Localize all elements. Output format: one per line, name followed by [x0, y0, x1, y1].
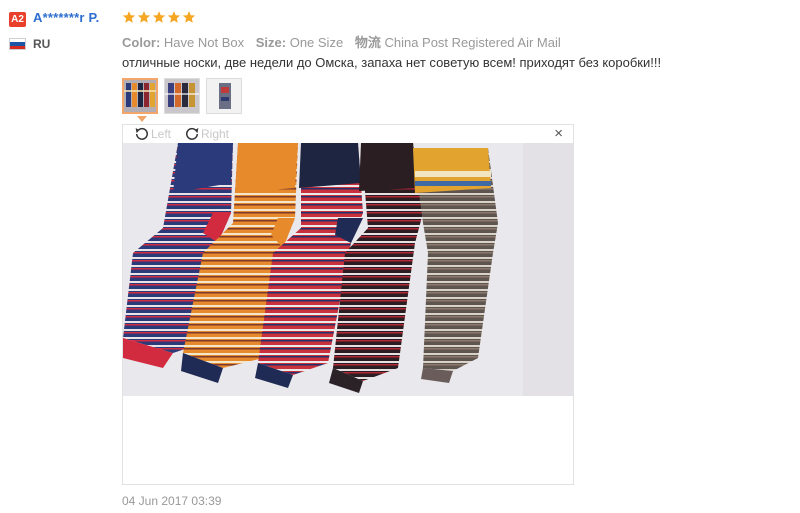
- rotate-right-icon: [186, 127, 199, 140]
- rotate-left-icon: [135, 127, 148, 140]
- reviewer-avatar: A2: [9, 12, 26, 27]
- attr-shipping-value: China Post Registered Air Mail: [384, 35, 561, 50]
- close-viewer-button[interactable]: ×: [554, 126, 563, 141]
- photo-thumbnail-2[interactable]: [164, 78, 200, 114]
- review-photo: [123, 143, 573, 396]
- socks-thumbnail-image: [124, 80, 156, 112]
- rotate-left-button[interactable]: Left: [133, 125, 171, 143]
- attr-size-value: One Size: [289, 35, 344, 50]
- attr-color-key: Color:: [122, 35, 161, 50]
- photo-thumbnail-3[interactable]: [206, 78, 242, 114]
- russia-flag-icon: [9, 38, 26, 50]
- rotate-left-label: Left: [151, 127, 172, 141]
- viewer-toolbar: Left Right ×: [123, 125, 573, 143]
- socks-thumbnail-image: [165, 79, 199, 113]
- star-icon: [182, 11, 196, 23]
- rotate-right-label: Right: [201, 127, 230, 141]
- rotate-right-button[interactable]: Right: [183, 125, 229, 143]
- review-date: 04 Jun 2017 03:39: [122, 494, 222, 508]
- star-icon: [122, 11, 136, 23]
- active-thumbnail-caret: [137, 116, 147, 122]
- star-icon: [137, 11, 151, 23]
- star-icon: [167, 11, 181, 23]
- review-text: отличные носки, две недели до Омска, зап…: [122, 55, 662, 70]
- photo-thumbnail-1[interactable]: [122, 78, 158, 114]
- socks-package-thumbnail-image: [207, 79, 241, 113]
- attr-size-key: Size:: [255, 35, 287, 50]
- reviewer-country: RU: [33, 37, 51, 51]
- photo-viewer: Left Right ×: [122, 124, 574, 485]
- reviewer-name: A*******r P.: [33, 10, 100, 25]
- star-icon: [152, 11, 166, 23]
- order-attributes: Color: Have Not Box Size: One Size 物流 Ch…: [122, 32, 569, 51]
- attr-shipping-key: 物流: [354, 35, 381, 50]
- photo-thumbnails: [122, 78, 242, 114]
- rating-stars: [122, 10, 196, 24]
- attr-color-value: Have Not Box: [163, 35, 245, 50]
